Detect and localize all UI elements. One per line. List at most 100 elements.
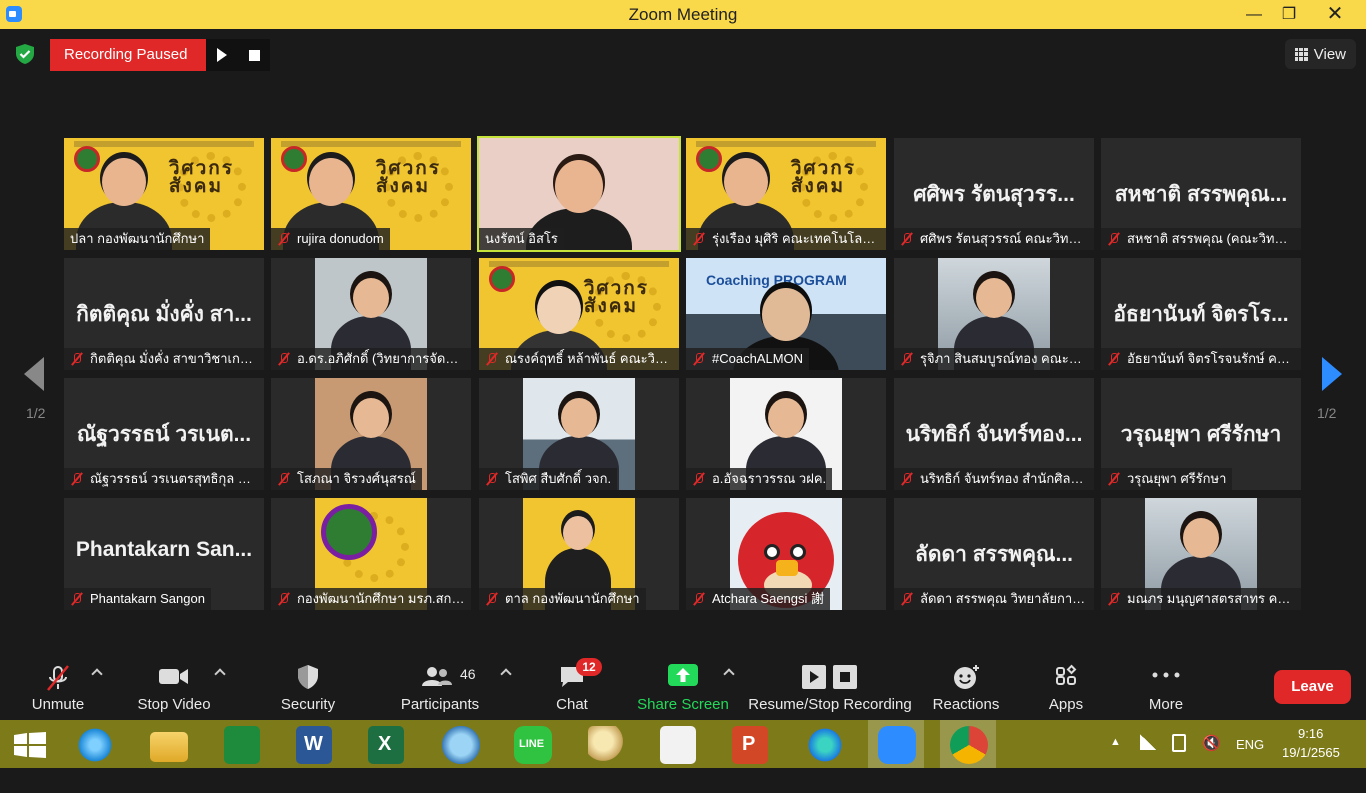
participant-name-label: วรุณยุพา ศรีรักษา [1101,468,1233,490]
university-seal-icon [696,146,722,172]
university-seal-icon [321,504,377,560]
video-options-chevron-icon[interactable] [214,668,226,680]
zoom-icon[interactable] [878,726,916,764]
participant-tile[interactable]: สหชาติ สรรพคุณ... สหชาติ สรรพคุณ (คณะวิทย… [1101,138,1301,250]
participants-options-chevron-icon[interactable] [500,668,512,680]
participant-name-text: อ.อัจฉราวรรณ วฝค. [712,471,827,486]
battery-icon[interactable] [1172,734,1186,752]
university-seal-icon [489,266,515,292]
security-shield-icon [298,665,318,689]
participant-tile[interactable]: อัธยานันท์ จิตรโร... อัธยานันท์ จิตรโรจนร… [1101,258,1301,370]
apps-button[interactable]: Apps [1034,654,1098,720]
clock-date[interactable]: 19/1/2565 [1282,745,1340,793]
more-label: More [1148,696,1184,713]
close-button[interactable]: ✕ [1312,0,1358,29]
project-logo-text: วิศวกร สังคม [168,158,234,197]
mic-muted-icon [1107,352,1121,366]
participant-name-text: ตาล กองพัฒนานักศึกษา [505,591,640,606]
window-title: Zoom Meeting [628,5,738,24]
participant-name-text: กิตติคุณ มั่งคั่ง สาขาวิชาเกษตร... [90,351,258,366]
participant-tile[interactable]: วิศวกร สังคม ณรงค์ฤทธิ์ หล้าพันธ์ คณะวิทย… [479,258,679,370]
powerpoint-icon[interactable]: P [732,726,768,764]
maximize-button[interactable]: ❐ [1266,0,1312,29]
mic-muted-icon [70,472,84,486]
next-page-arrow-icon[interactable] [1322,357,1342,391]
lisrel-icon[interactable] [660,726,696,764]
share-screen-label: Share Screen [637,696,729,713]
participant-tile[interactable]: วิศวกร สังคม ปลา กองพัฒนานักศึกษา [64,138,264,250]
excel-icon[interactable]: X [368,726,404,764]
participants-button[interactable]: 46 Participants [396,654,484,720]
network-signal-icon[interactable] [1140,734,1156,750]
participant-tile[interactable]: Atchara Saengsi 謝 [686,498,886,610]
view-button[interactable]: View [1284,39,1356,69]
mic-muted-icon [692,472,706,486]
participant-name-label: ณัฐวรรธน์ วรเนตรสุทธิกุล คณะ... [64,468,264,490]
participant-tile[interactable]: วรุณยุพา ศรีรักษา วรุณยุพา ศรีรักษา [1101,378,1301,490]
input-language[interactable]: ENG [1236,737,1264,785]
participant-tile[interactable]: โสพิศ สืบศักดิ์ วจก. [479,378,679,490]
math-input-icon[interactable] [442,726,480,764]
mic-muted-icon [277,592,291,606]
word-icon[interactable]: W [296,726,332,764]
participant-name-label: ลัดดา สรรพคุณ วิทยาลัยการ... [894,588,1094,610]
edge-icon[interactable] [806,726,844,764]
mic-muted-icon [277,232,291,246]
internet-explorer-icon[interactable] [76,726,114,764]
participant-tile[interactable]: รุจิภา สินสมบูรณ์ทอง คณะวิทยา... [894,258,1094,370]
share-screen-arrow-icon [668,664,698,686]
resume-stop-recording-button[interactable]: Resume/Stop Recording [748,654,912,720]
security-button[interactable]: Security [270,654,346,720]
title-bar: Zoom Meeting — ❐ ✕ [0,0,1366,29]
resume-recording-button[interactable] [206,39,238,71]
participant-display-name: สหชาติ สรรพคุณ... [1114,183,1288,206]
participant-tile[interactable]: โสภณา จิรวงศ์นุสรณ์ [271,378,471,490]
participant-name-text: อ.ดร.อภิศักดิ์ (วิทยาการจัดการ) [297,351,465,366]
reactions-button[interactable]: Reactions [928,654,1004,720]
participant-tile[interactable]: วิศวกร สังคม rujira donudom [271,138,471,250]
share-screen-button[interactable]: Share Screen [636,654,730,720]
volume-muted-icon[interactable]: 🔇 [1202,734,1221,782]
leave-button[interactable]: Leave [1274,670,1351,704]
stop-recording-button[interactable] [238,39,270,71]
participant-tile[interactable]: กิตติคุณ มั่งคั่ง สา... กิตติคุณ มั่งคั่ง… [64,258,264,370]
encryption-shield-icon[interactable] [14,43,36,65]
participant-tile[interactable]: ณัฐวรรธน์ วรเนต... ณัฐวรรธน์ วรเนตรสุทธิก… [64,378,264,490]
more-button[interactable]: More [1134,654,1198,720]
participant-name-label: ตาล กองพัฒนานักศึกษา [479,588,646,610]
participant-tile[interactable]: นริทธิก์ จันทร์ทอง... นริทธิก์ จันทร์ทอง … [894,378,1094,490]
participant-name-label: อ.ดร.อภิศักดิ์ (วิทยาการจัดการ) [271,348,471,370]
show-hidden-icons-chevron-icon[interactable]: ▲ [1110,736,1121,784]
previous-page-arrow-icon[interactable] [24,357,44,391]
apps-icon [1056,664,1077,685]
mic-muted-icon [900,232,914,246]
line-icon[interactable]: LINE [514,726,552,764]
participant-tile[interactable]: กองพัฒนานักศึกษา มรภ.สกลนคร [271,498,471,610]
chrome-icon[interactable] [950,726,988,764]
participant-tile[interactable]: อ.ดร.อภิศักดิ์ (วิทยาการจัดการ) [271,258,471,370]
windows-start-icon[interactable] [14,732,46,758]
participant-tile[interactable]: Phantakarn San... Phantakarn Sangon [64,498,264,610]
meeting-area: Recording Paused View 1/2 1/2 วิศวกร สัง… [0,29,1366,654]
coaching-banner-text: Coaching PROGRAM [706,272,847,288]
participant-tile[interactable]: มณภร มนุญศาสตรสาทร คณะ... [1101,498,1301,610]
stop-video-button[interactable]: Stop Video [132,654,216,720]
participant-tile[interactable]: Coaching PROGRAM #CoachALMON [686,258,886,370]
unmute-button[interactable]: Unmute [20,654,96,720]
participant-tile[interactable]: นงรัตน์ อิสโร [477,136,681,252]
file-explorer-icon[interactable] [150,732,188,762]
participant-name-text: โสภณา จิรวงศ์นุสรณ์ [297,471,416,486]
participants-icon [422,667,452,686]
chat-button[interactable]: 12 Chat [540,654,604,720]
participant-tile[interactable]: ศศิพร รัตนสุวรร... ศศิพร รัตนสุวรรณ์ คณะว… [894,138,1094,250]
page-indicator-right: 1/2 [1317,405,1337,421]
paint-icon[interactable] [588,726,626,764]
participant-tile[interactable]: อ.อัจฉราวรรณ วฝค. [686,378,886,490]
participant-name-text: rujira donudom [297,231,384,246]
participant-name-label: นริทธิก์ จันทร์ทอง สำนักศิลปะ... [894,468,1094,490]
participant-name-label: กองพัฒนานักศึกษา มรภ.สกลนคร [271,588,471,610]
microsoft-store-icon[interactable] [224,726,260,764]
participant-tile[interactable]: ลัดดา สรรพคุณ... ลัดดา สรรพคุณ วิทยาลัยกา… [894,498,1094,610]
participant-tile[interactable]: วิศวกร สังคม รุ่งเรือง มุศิริ คณะเทคโนโลย… [686,138,886,250]
participant-tile[interactable]: ตาล กองพัฒนานักศึกษา [479,498,679,610]
